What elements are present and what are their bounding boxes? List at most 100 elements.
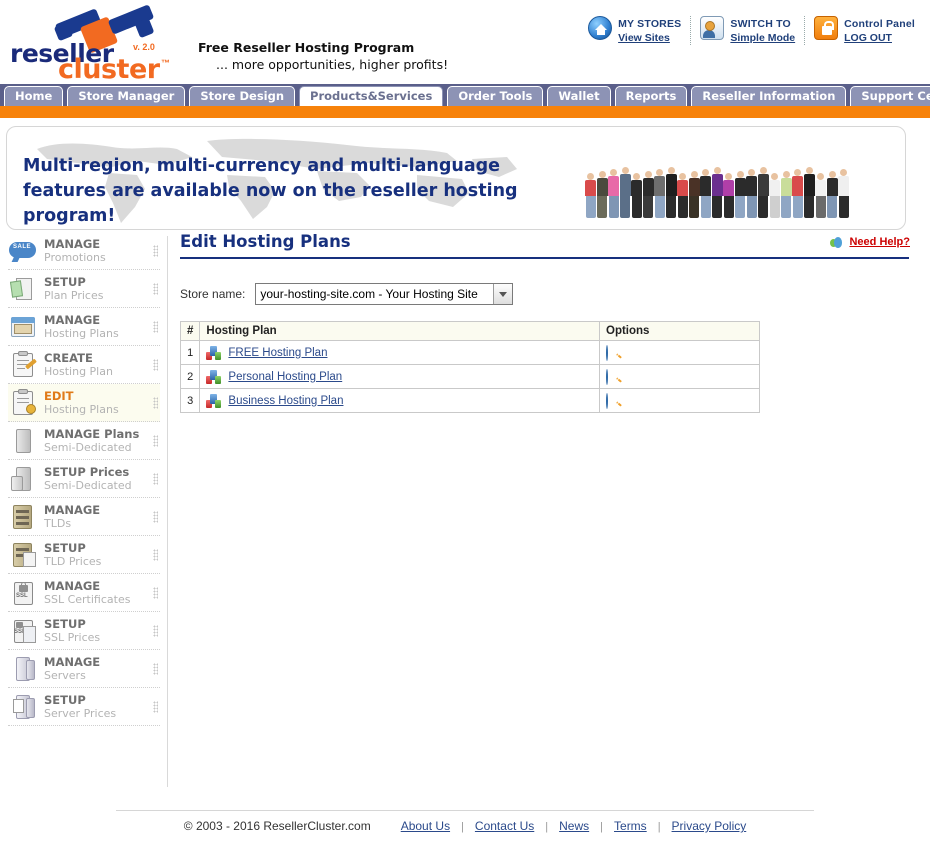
- tab-reseller-information[interactable]: Reseller Information: [691, 86, 847, 106]
- person-silhouette: [838, 169, 849, 218]
- drag-handle-dots-icon: [153, 321, 158, 333]
- need-help-label[interactable]: Need Help?: [849, 236, 910, 248]
- server-icon: [8, 426, 38, 456]
- table-row: 1 FREE Hosting Plan: [179, 340, 760, 365]
- control-panel-label: Control Panel: [844, 18, 915, 30]
- sidebar-item-manage-tlds[interactable]: MANAGE TLDs: [8, 498, 160, 536]
- people-photo: [585, 140, 901, 218]
- drag-handle-dots-icon: [153, 435, 158, 447]
- drag-handle-dots-icon: [153, 283, 158, 295]
- hosting-plan-link[interactable]: Business Hosting Plan: [228, 395, 343, 407]
- sidebar-item-title: SETUP: [44, 540, 86, 555]
- column-header-number: #: [179, 321, 201, 341]
- sidebar-item-manage-servers[interactable]: MANAGE Servers: [8, 650, 160, 688]
- hosting-plan-link[interactable]: FREE Hosting Plan: [228, 347, 327, 359]
- tab-wallet[interactable]: Wallet: [547, 86, 611, 106]
- tab-order-tools[interactable]: Order Tools: [447, 86, 544, 106]
- sidebar-item-title: CREATE: [44, 350, 93, 365]
- hosting-plan-link[interactable]: Personal Hosting Plan: [228, 371, 342, 383]
- table-row: 2 Personal Hosting Plan: [179, 364, 760, 389]
- footer-link-news[interactable]: News: [559, 819, 589, 833]
- server-price-icon: [8, 464, 38, 494]
- ssl-price-icon: SSL: [8, 616, 38, 646]
- hosting-plans-table: # Hosting Plan Options 1 FREE Hosting Pla…: [179, 321, 760, 413]
- person-silhouette: [688, 171, 700, 218]
- sidebar-item-subtitle: SSL Prices: [44, 630, 101, 644]
- search-globe-icon[interactable]: [606, 392, 608, 409]
- server-calc-icon: [8, 692, 38, 722]
- ssl-lock-icon: SSL: [8, 578, 38, 608]
- clipboard-gear-icon: [8, 388, 38, 418]
- person-silhouette: [665, 167, 677, 218]
- sidebar-item-setup-server-prices[interactable]: SETUP Server Prices: [8, 688, 160, 726]
- sidebar-item-manage-hosting-plans[interactable]: MANAGE Hosting Plans: [8, 308, 160, 346]
- hosting-plan-blocks-icon: [206, 369, 222, 384]
- header-link-logout[interactable]: Control Panel LOG OUT: [804, 16, 924, 45]
- sidebar-item-manage-ssl-certificates[interactable]: SSL MANAGE SSL Certificates: [8, 574, 160, 612]
- tab-store-manager[interactable]: Store Manager: [67, 86, 186, 106]
- footer-link-privacy-policy[interactable]: Privacy Policy: [672, 819, 747, 833]
- tab-store-design[interactable]: Store Design: [189, 86, 296, 106]
- drag-handle-dots-icon: [153, 625, 158, 637]
- tab-products-services[interactable]: Products&Services: [299, 86, 444, 106]
- my-stores-label: MY STORES: [618, 18, 682, 30]
- sidebar-divider: [167, 236, 168, 787]
- row-options-cell: [599, 388, 760, 413]
- sidebar-item-setup-prices-semi-dedicated[interactable]: SETUP Prices Semi-Dedicated: [8, 460, 160, 498]
- header-link-switch-mode[interactable]: SWITCH TO Simple Mode: [690, 16, 804, 45]
- table-header-row: # Hosting Plan Options: [179, 321, 760, 341]
- row-plan-cell: Business Hosting Plan: [199, 388, 600, 413]
- footer-divider: [116, 810, 814, 811]
- need-help-link[interactable]: Need Help?: [830, 235, 910, 249]
- promo-banner[interactable]: Multi-region, multi-currency and multi-l…: [6, 126, 906, 230]
- view-sites-link[interactable]: View Sites: [618, 32, 670, 44]
- sidebar-item-setup-plan-prices[interactable]: SETUP Plan Prices: [8, 270, 160, 308]
- column-header-options: Options: [599, 321, 760, 341]
- log-out-link[interactable]: LOG OUT: [844, 32, 892, 44]
- tab-reports[interactable]: Reports: [614, 86, 688, 106]
- clipboard-pen-icon: [8, 350, 38, 380]
- drag-handle-dots-icon: [153, 549, 158, 561]
- chevron-down-icon[interactable]: [493, 284, 513, 304]
- header-link-my-stores[interactable]: MY STORES View Sites: [579, 16, 690, 45]
- left-sidebar-menu: SALE MANAGE Promotions SETUP Plan Prices MANA…: [0, 232, 167, 726]
- main-content: Edit Hosting Plans Need Help? Store name…: [179, 232, 910, 413]
- search-globe-icon[interactable]: [606, 344, 608, 361]
- person-silhouette: [826, 171, 838, 218]
- sidebar-item-create-hosting-plan[interactable]: CREATE Hosting Plan: [8, 346, 160, 384]
- brand-logo[interactable]: reseller cluster ™ v. 2.0: [6, 4, 191, 85]
- row-options-cell: [599, 364, 760, 389]
- footer-links: About Us | Contact Us | News | Terms | Privacy P…: [401, 819, 747, 833]
- store-name-label: Store name:: [180, 287, 246, 301]
- sidebar-item-subtitle: Semi-Dedicated: [44, 440, 132, 454]
- footer-link-contact-us[interactable]: Contact Us: [475, 819, 534, 833]
- footer-link-about-us[interactable]: About Us: [401, 819, 450, 833]
- person-silhouette: [608, 169, 619, 218]
- sidebar-item-edit-hosting-plans[interactable]: EDIT Hosting Plans: [8, 384, 160, 422]
- sidebar-item-subtitle: Hosting Plan: [44, 364, 113, 378]
- sidebar-item-subtitle: Server Prices: [44, 706, 117, 720]
- row-plan-cell: Personal Hosting Plan: [199, 364, 600, 389]
- tab-support-center[interactable]: Support Center: [850, 86, 930, 106]
- server-tower-icon: [8, 654, 38, 684]
- sidebar-item-manage-plans-semi-dedicated[interactable]: MANAGE Plans Semi-Dedicated: [8, 422, 160, 460]
- switch-to-label: SWITCH TO: [730, 18, 791, 30]
- person-silhouette: [723, 173, 734, 218]
- sidebar-item-setup-ssl-prices[interactable]: SSL SETUP SSL Prices: [8, 612, 160, 650]
- store-name-select[interactable]: your-hosting-site.com - Your Hosting Sit…: [255, 283, 514, 305]
- main-navigation: Home Store Manager Store Design Products&Se…: [0, 84, 930, 106]
- search-globe-icon[interactable]: [606, 368, 608, 385]
- simple-mode-link[interactable]: Simple Mode: [730, 32, 795, 44]
- drag-handle-dots-icon: [153, 245, 158, 257]
- sidebar-item-setup-tld-prices[interactable]: SETUP TLD Prices: [8, 536, 160, 574]
- sidebar-item-title: SETUP Prices: [44, 464, 130, 479]
- row-number: 3: [179, 388, 201, 413]
- sidebar-item-title: MANAGE: [44, 236, 101, 251]
- sidebar-item-subtitle: Hosting Plans: [44, 326, 119, 340]
- sidebar-item-manage-promotions[interactable]: SALE MANAGE Promotions: [8, 232, 160, 270]
- tab-home[interactable]: Home: [4, 86, 64, 106]
- sidebar-item-subtitle: TLDs: [44, 516, 72, 530]
- footer-link-terms[interactable]: Terms: [614, 819, 647, 833]
- sidebar-item-subtitle: Hosting Plans: [44, 402, 119, 416]
- row-options-cell: [599, 340, 760, 365]
